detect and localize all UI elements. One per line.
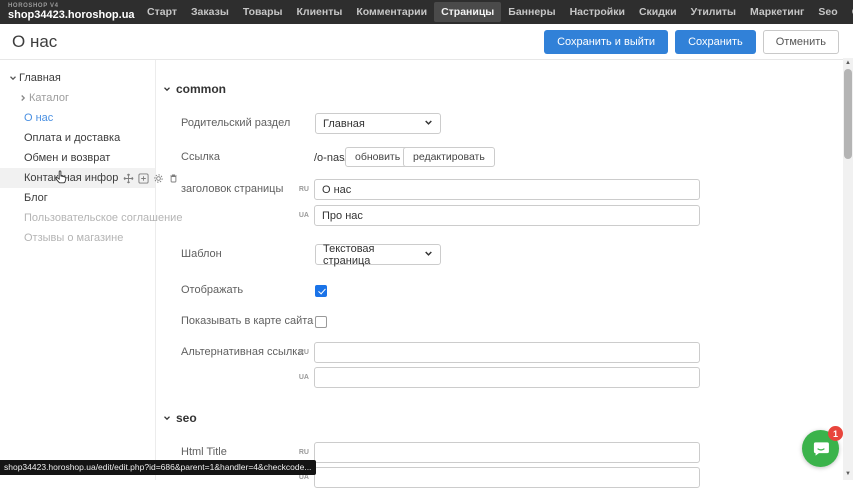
parent-section-label: Родительский раздел [181,113,290,134]
tree-label: О нас [24,112,53,124]
sidebar-item-catalog[interactable]: Каталог [0,88,155,108]
section-title: seo [176,411,197,425]
menu-item-pages[interactable]: Страницы [434,2,501,22]
vertical-scrollbar[interactable]: ▲ ▼ [843,58,853,480]
link-refresh-button[interactable]: обновить [345,147,410,167]
tree-label: Отзывы о магазине [24,232,123,244]
link-label: Ссылка [181,147,220,168]
menu-item-orders[interactable]: Заказы [184,2,236,22]
topbar: HOROSHOP V4 shop34423.horoshop.ua Старт … [0,0,853,24]
menu-item-reports[interactable]: Отчеты [845,2,853,22]
section-title: common [176,82,226,96]
sidebar-item-exchange-return[interactable]: Обмен и возврат [0,148,155,168]
logo[interactable]: HOROSHOP V4 shop34423.horoshop.ua [8,3,128,21]
html-title-ua-input[interactable] [314,467,700,488]
chevron-down-icon [163,414,171,422]
ru-tag: RU [297,186,309,193]
sitemap-label: Показывать в карте сайта [181,311,313,332]
chat-unread-badge: 1 [828,426,843,441]
menu-item-marketing[interactable]: Маркетинг [743,2,811,22]
menu-item-seo[interactable]: Seo [811,2,844,22]
html-title-ru-input[interactable] [314,442,700,463]
cancel-button[interactable]: Отменить [763,30,839,54]
add-icon[interactable] [138,173,149,184]
save-button[interactable]: Сохранить [675,30,756,54]
chevron-down-icon[interactable] [7,74,19,82]
chevron-down-icon [424,249,433,261]
sidebar-item-about[interactable]: О нас [0,108,155,128]
alt-link-ua-input[interactable] [314,367,700,388]
pages-tree-sidebar: Главная Каталог О нас Оплата и доставка … [0,60,156,480]
sitemap-checkbox[interactable] [315,316,327,328]
scrollbar-thumb[interactable] [844,69,852,159]
menu-item-utilities[interactable]: Утилиты [684,2,743,22]
move-icon[interactable] [123,173,134,184]
page-title-label: заголовок страницы [181,179,283,200]
menu-item-discounts[interactable]: Скидки [632,2,684,22]
tree-label: Пользовательское соглашение [24,212,182,224]
sidebar-item-user-agreement[interactable]: Пользовательское соглашение [0,208,155,228]
select-value: Главная [323,118,365,130]
save-and-exit-button[interactable]: Сохранить и выйти [544,30,668,54]
menu-item-comments[interactable]: Комментарии [349,2,434,22]
section-common[interactable]: common [163,82,226,96]
logo-domain: shop34423.horoshop.ua [8,10,128,21]
sidebar-item-blog[interactable]: Блог [0,188,155,208]
page-title-ua-input[interactable] [314,205,700,226]
main-menu: Старт Заказы Товары Клиенты Комментарии … [140,2,853,22]
page-title-ru-input[interactable] [314,179,700,200]
ua-tag: UA [297,212,309,219]
display-label: Отображать [181,280,243,301]
sidebar-item-payment-delivery[interactable]: Оплата и доставка [0,128,155,148]
display-checkbox[interactable] [315,285,327,297]
link-edit-button[interactable]: редактировать [403,147,495,167]
tree-label: Контактная инфор [24,172,118,184]
link-path: /o-nas/ [314,148,348,168]
trash-icon[interactable] [168,173,179,184]
select-value: Текстовая страница [323,243,424,267]
tree-label: Обмен и возврат [24,152,110,164]
tree-label: Блог [24,192,48,204]
template-label: Шаблон [181,244,222,265]
sidebar-item-contact-info[interactable]: Контактная инфор [0,168,155,188]
chat-bubble-icon [811,439,831,459]
tree-label: Каталог [29,92,69,104]
tree-label: Оплата и доставка [24,132,120,144]
parent-section-select[interactable]: Главная [315,113,441,134]
chevron-right-icon[interactable] [17,94,29,102]
menu-item-products[interactable]: Товары [236,2,290,22]
tree-label: Главная [19,72,61,84]
sidebar-item-home[interactable]: Главная [0,68,155,88]
ru-tag: RU [297,449,309,456]
page-title: О нас [12,32,57,52]
template-select[interactable]: Текстовая страница [315,244,441,265]
alt-link-ru-input[interactable] [314,342,700,363]
page-edit-form: common Родительский раздел Главная Ссылк… [157,61,843,480]
gear-icon[interactable] [153,173,164,184]
scroll-up-icon[interactable]: ▲ [843,58,853,68]
sidebar-item-store-reviews[interactable]: Отзывы о магазине [0,228,155,248]
chevron-down-icon [163,85,171,93]
menu-item-banners[interactable]: Баннеры [501,2,562,22]
ru-tag: RU [297,349,309,356]
ua-tag: UA [297,374,309,381]
alt-link-label: Альтернативная ссылка [181,342,303,363]
menu-item-clients[interactable]: Клиенты [290,2,350,22]
chevron-down-icon [424,118,433,130]
section-seo[interactable]: seo [163,411,197,425]
page-header: О нас Сохранить и выйти Сохранить Отмени… [0,24,853,60]
status-url-tooltip: shop34423.horoshop.ua/edit/edit.php?id=6… [0,460,316,475]
menu-item-settings[interactable]: Настройки [563,2,632,22]
menu-item-start[interactable]: Старт [140,2,184,22]
chat-launcher-button[interactable]: 1 [802,430,839,467]
scroll-down-icon[interactable]: ▼ [843,469,853,479]
